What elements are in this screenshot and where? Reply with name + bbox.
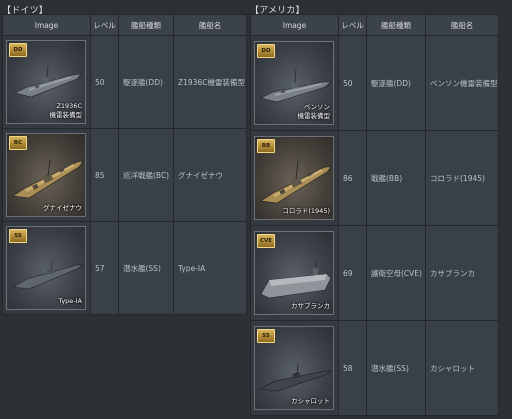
table-row: BB コロラド(1945) 86 戦艦(BB) コロラド(1945) — [250, 130, 499, 226]
header-type: 艦船種類 — [118, 14, 174, 36]
germany-ship-table: Image レベル 艦船種類 艦船名 DD Z1936C 機雷装備型 50 駆逐… — [2, 14, 247, 315]
ship-image-cell: CVE カサブランカ — [250, 225, 339, 321]
ship-card[interactable]: BB コロラド(1945) — [254, 136, 334, 220]
ship-type: 戦艦(BB) — [366, 130, 426, 226]
header-name: 艦船名 — [173, 14, 247, 36]
ship-type-badge: CVE — [257, 234, 275, 248]
ship-level: 86 — [338, 130, 367, 226]
header-name: 艦船名 — [425, 14, 499, 36]
header-image: Image — [250, 14, 339, 36]
ship-caption: カサブランカ — [291, 302, 330, 310]
ship-type-badge: BC — [9, 136, 27, 150]
ship-name: カシャロット — [425, 320, 499, 416]
header-image: Image — [2, 14, 91, 36]
ship-card[interactable]: BC グナイゼナウ — [6, 133, 86, 217]
header-level: レベル — [90, 14, 119, 36]
header-level: レベル — [338, 14, 367, 36]
ship-type-badge: DD — [9, 43, 27, 57]
table-row: SS Type-IA 57 潜水艦(SS) Type-IA — [2, 221, 247, 315]
ship-caption: コロラド(1945) — [282, 207, 330, 215]
ship-type: 駆逐艦(DD) — [118, 35, 174, 129]
ship-level: 50 — [90, 35, 119, 129]
table-header-row: Image レベル 艦船種類 艦船名 — [250, 14, 499, 36]
table-row: DD Z1936C 機雷装備型 50 駆逐艦(DD) Z1936C機雷装備型 — [2, 35, 247, 129]
ship-card[interactable]: CVE カサブランカ — [254, 231, 334, 315]
ship-name: カサブランカ — [425, 225, 499, 321]
table-row: CVE カサブランカ 69 護衛空母(CVE) カサブランカ — [250, 225, 499, 321]
ship-name: Type-IA — [173, 221, 247, 315]
ship-name: Z1936C機雷装備型 — [173, 35, 247, 129]
ship-name: コロラド(1945) — [425, 130, 499, 226]
table-header-row: Image レベル 艦船種類 艦船名 — [2, 14, 247, 36]
table-row: DD ベンソン 機雷装備型 50 駆逐艦(DD) ベンソン機雷装備型 — [250, 35, 499, 131]
ship-type-badge: SS — [257, 329, 275, 343]
header-type: 艦船種類 — [366, 14, 426, 36]
ship-card[interactable]: DD ベンソン 機雷装備型 — [254, 41, 334, 125]
ship-level: 58 — [338, 320, 367, 416]
usa-ship-table: Image レベル 艦船種類 艦船名 DD ベンソン 機雷装備型 50 駆逐艦(… — [250, 14, 499, 416]
ship-type-badge: BB — [257, 139, 275, 153]
ship-name: ベンソン機雷装備型 — [425, 35, 499, 131]
ship-type: 潜水艦(SS) — [118, 221, 174, 315]
ship-caption: Type-IA — [58, 297, 82, 305]
ship-image-cell: SS カシャロット — [250, 320, 339, 416]
table-row: BC グナイゼナウ 85 巡洋戦艦(BC) グナイゼナウ — [2, 128, 247, 222]
ship-type: 巡洋戦艦(BC) — [118, 128, 174, 222]
ship-level: 50 — [338, 35, 367, 131]
ship-caption: グナイゼナウ — [43, 204, 82, 212]
ship-image-cell: BB コロラド(1945) — [250, 130, 339, 226]
ship-type-badge: SS — [9, 229, 27, 243]
ship-image-cell: DD ベンソン 機雷装備型 — [250, 35, 339, 131]
ship-level: 69 — [338, 225, 367, 321]
ship-type-badge: DD — [257, 44, 275, 58]
ship-image-cell: BC グナイゼナウ — [2, 128, 91, 222]
ship-level: 85 — [90, 128, 119, 222]
ship-type: 護衛空母(CVE) — [366, 225, 426, 321]
ship-card[interactable]: DD Z1936C 機雷装備型 — [6, 40, 86, 124]
ship-caption: カシャロット — [291, 397, 330, 405]
ship-type: 潜水艦(SS) — [366, 320, 426, 416]
ship-image-cell: DD Z1936C 機雷装備型 — [2, 35, 91, 129]
ship-image-cell: SS Type-IA — [2, 221, 91, 315]
table-row: SS カシャロット 58 潜水艦(SS) カシャロット — [250, 320, 499, 416]
ship-name: グナイゼナウ — [173, 128, 247, 222]
ship-level: 57 — [90, 221, 119, 315]
ship-type: 駆逐艦(DD) — [366, 35, 426, 131]
ship-caption: ベンソン 機雷装備型 — [297, 103, 331, 120]
ship-card[interactable]: SS カシャロット — [254, 326, 334, 410]
ship-caption: Z1936C 機雷装備型 — [49, 102, 83, 119]
ship-card[interactable]: SS Type-IA — [6, 226, 86, 310]
